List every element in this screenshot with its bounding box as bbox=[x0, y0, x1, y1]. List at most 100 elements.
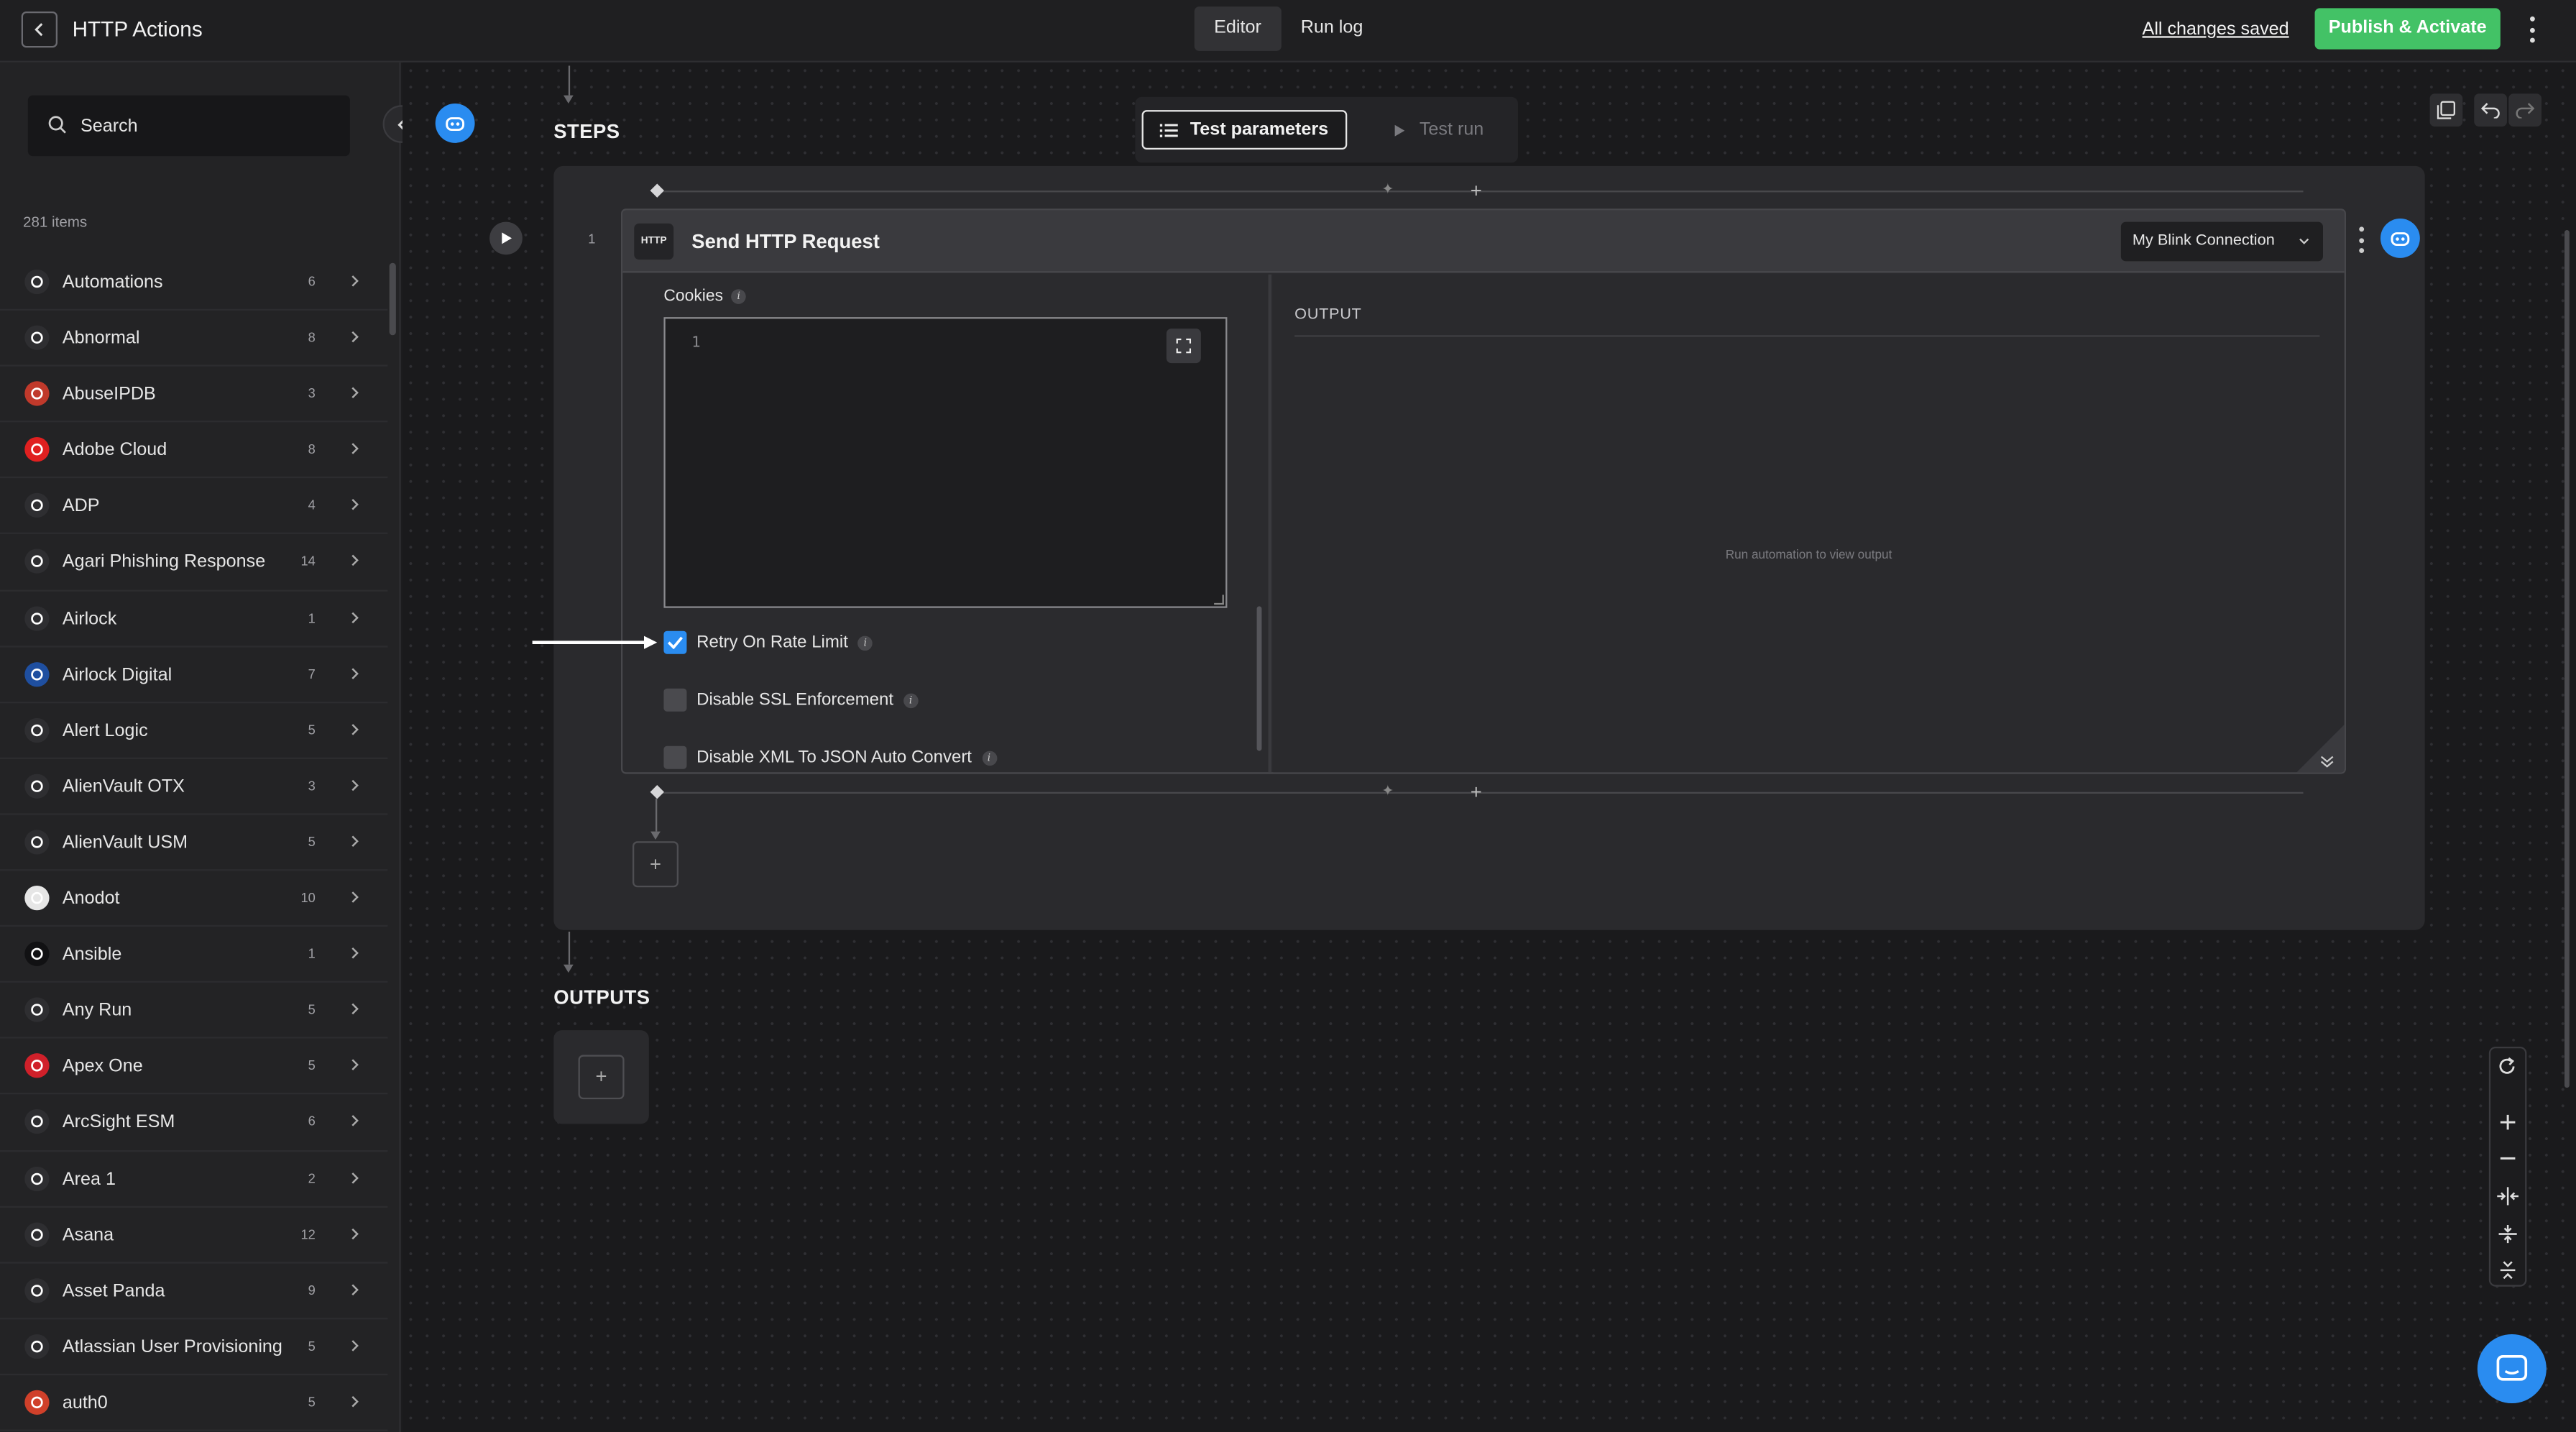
chevron-right-icon[interactable] bbox=[349, 1113, 362, 1129]
sidebar-item[interactable]: Alert Logic 5 bbox=[0, 703, 388, 759]
sidebar-item[interactable]: AlienVault OTX 3 bbox=[0, 759, 388, 815]
undo-button[interactable] bbox=[2474, 93, 2507, 127]
sidebar-item[interactable]: Asana 12 bbox=[0, 1207, 388, 1263]
cookies-code-editor[interactable]: 1 bbox=[663, 317, 1228, 608]
chevron-right-icon[interactable] bbox=[349, 609, 362, 625]
sidebar-item[interactable]: Agari Phishing Response 14 bbox=[0, 535, 388, 591]
step-card-header[interactable]: HTTP Send HTTP Request My Blink Connecti… bbox=[622, 210, 2345, 273]
chevron-right-icon[interactable] bbox=[349, 1337, 362, 1354]
chevron-right-icon[interactable] bbox=[349, 1057, 362, 1073]
sidebar-item[interactable]: Airlock Digital 7 bbox=[0, 647, 388, 703]
disable-ssl-checkbox[interactable] bbox=[663, 688, 687, 712]
chevron-right-icon[interactable] bbox=[349, 833, 362, 850]
sidebar-item[interactable]: Apex One 5 bbox=[0, 1039, 388, 1096]
chat-support-button[interactable] bbox=[2477, 1334, 2547, 1403]
magic-wand-icon[interactable]: ✦ bbox=[1381, 782, 1394, 800]
disable-xml-json-option[interactable]: Disable XML To JSON Auto Convert i bbox=[663, 745, 997, 769]
more-options-icon[interactable] bbox=[2524, 15, 2540, 45]
fit-horizontal-icon[interactable] bbox=[2490, 1186, 2525, 1206]
list-icon bbox=[1160, 123, 1179, 137]
sidebar-item[interactable]: Ansible 1 bbox=[0, 927, 388, 983]
sidebar-item[interactable]: ADP 4 bbox=[0, 479, 388, 535]
info-icon[interactable]: i bbox=[981, 750, 997, 765]
back-button[interactable] bbox=[21, 11, 58, 48]
sidebar-item[interactable]: Abnormal 8 bbox=[0, 311, 388, 367]
publish-activate-button[interactable]: Publish & Activate bbox=[2314, 8, 2501, 50]
sidebar-item[interactable]: ArcSight ESM 6 bbox=[0, 1095, 388, 1152]
sidebar-item[interactable]: Atlassian User Provisioning 5 bbox=[0, 1319, 388, 1375]
canvas-scrollbar[interactable] bbox=[2564, 229, 2570, 1088]
step-more-options-icon[interactable] bbox=[2358, 226, 2365, 253]
fit-vertical-icon[interactable] bbox=[2490, 1224, 2525, 1244]
insert-step-button[interactable]: + bbox=[1471, 180, 1482, 200]
chevron-right-icon[interactable] bbox=[349, 441, 362, 457]
panda-icon bbox=[24, 1277, 50, 1303]
chevron-right-icon[interactable] bbox=[349, 665, 362, 681]
test-run-button[interactable]: Test run bbox=[1394, 120, 1484, 139]
sidebar-item[interactable]: Any Run 5 bbox=[0, 983, 388, 1039]
resize-handle[interactable] bbox=[1214, 595, 1224, 605]
run-step-button[interactable] bbox=[489, 221, 523, 255]
disable-xml-json-checkbox[interactable] bbox=[663, 745, 687, 769]
redo-icon bbox=[2516, 103, 2535, 119]
sidebar-item[interactable]: Automations 6 bbox=[0, 254, 388, 311]
chevron-right-icon[interactable] bbox=[349, 721, 362, 738]
sidebar-item[interactable]: AlienVault USM 5 bbox=[0, 815, 388, 871]
chevron-right-icon[interactable] bbox=[349, 497, 362, 513]
tab-run-log[interactable]: Run log bbox=[1281, 6, 1383, 51]
sidebar-item[interactable]: Area 1 2 bbox=[0, 1151, 388, 1208]
sidebar-item[interactable]: Adobe Cloud 8 bbox=[0, 423, 388, 479]
double-chevron-down-icon[interactable] bbox=[2319, 754, 2334, 769]
sidebar-item[interactable]: Asset Panda 9 bbox=[0, 1263, 388, 1319]
step-ai-assistant-button[interactable] bbox=[2380, 218, 2420, 258]
connection-select[interactable]: My Blink Connection bbox=[2120, 221, 2323, 262]
chevron-right-icon[interactable] bbox=[349, 945, 362, 962]
disable-ssl-option[interactable]: Disable SSL Enforcement i bbox=[663, 688, 919, 712]
line-number: 1 bbox=[691, 335, 701, 352]
save-status-link[interactable]: All changes saved bbox=[2143, 19, 2289, 39]
info-icon[interactable]: i bbox=[857, 635, 873, 650]
add-output-button[interactable]: + bbox=[578, 1055, 625, 1100]
tab-editor[interactable]: Editor bbox=[1194, 6, 1282, 51]
chevron-right-icon[interactable] bbox=[349, 272, 362, 289]
view-tabs: Editor Run log bbox=[1194, 6, 1383, 51]
chevron-right-icon[interactable] bbox=[349, 1001, 362, 1017]
alien-icon bbox=[24, 830, 50, 855]
zoom-in-icon[interactable] bbox=[2490, 1112, 2525, 1132]
chevron-right-icon[interactable] bbox=[349, 889, 362, 906]
ai-assistant-button[interactable] bbox=[435, 103, 475, 143]
auth0-icon bbox=[24, 1390, 50, 1415]
chevron-right-icon[interactable] bbox=[349, 1393, 362, 1410]
chevron-right-icon[interactable] bbox=[349, 777, 362, 794]
parameters-scrollbar[interactable] bbox=[1256, 606, 1262, 751]
pane-divider[interactable] bbox=[1268, 274, 1272, 773]
insert-step-button[interactable]: + bbox=[1471, 782, 1482, 802]
magic-wand-icon[interactable]: ✦ bbox=[1381, 180, 1394, 198]
chevron-right-icon[interactable] bbox=[349, 385, 362, 401]
redo-button[interactable] bbox=[2508, 93, 2542, 127]
copy-button[interactable] bbox=[2429, 93, 2463, 127]
info-icon[interactable]: i bbox=[731, 289, 747, 304]
info-icon[interactable]: i bbox=[903, 692, 919, 707]
chevron-right-icon[interactable] bbox=[349, 553, 362, 569]
sidebar-item[interactable]: Anodot 10 bbox=[0, 871, 388, 927]
retry-on-rate-limit-label: Retry On Rate Limit bbox=[696, 632, 848, 653]
expand-editor-button[interactable] bbox=[1166, 329, 1201, 364]
collapse-all-icon[interactable] bbox=[2490, 1260, 2525, 1280]
sidebar-item[interactable]: auth0 5 bbox=[0, 1375, 388, 1431]
retry-on-rate-limit-checkbox[interactable] bbox=[663, 630, 687, 654]
chevron-right-icon[interactable] bbox=[349, 1169, 362, 1185]
chevron-right-icon[interactable] bbox=[349, 1281, 362, 1298]
chevron-right-icon[interactable] bbox=[349, 329, 362, 345]
add-step-button[interactable]: + bbox=[632, 841, 678, 888]
sidebar-item[interactable]: AbuseIPDB 3 bbox=[0, 367, 388, 423]
zoom-out-icon[interactable] bbox=[2490, 1149, 2525, 1168]
retry-on-rate-limit-option[interactable]: Retry On Rate Limit i bbox=[663, 630, 873, 654]
search-input[interactable] bbox=[80, 95, 327, 157]
test-parameters-button[interactable]: Test parameters bbox=[1141, 110, 1348, 150]
sidebar-item[interactable]: Airlock 1 bbox=[0, 591, 388, 647]
sidebar-scrollbar[interactable] bbox=[389, 262, 396, 336]
reset-view-icon[interactable] bbox=[2490, 1057, 2525, 1076]
chevron-right-icon[interactable] bbox=[349, 1225, 362, 1241]
copy-icon bbox=[2437, 101, 2455, 119]
